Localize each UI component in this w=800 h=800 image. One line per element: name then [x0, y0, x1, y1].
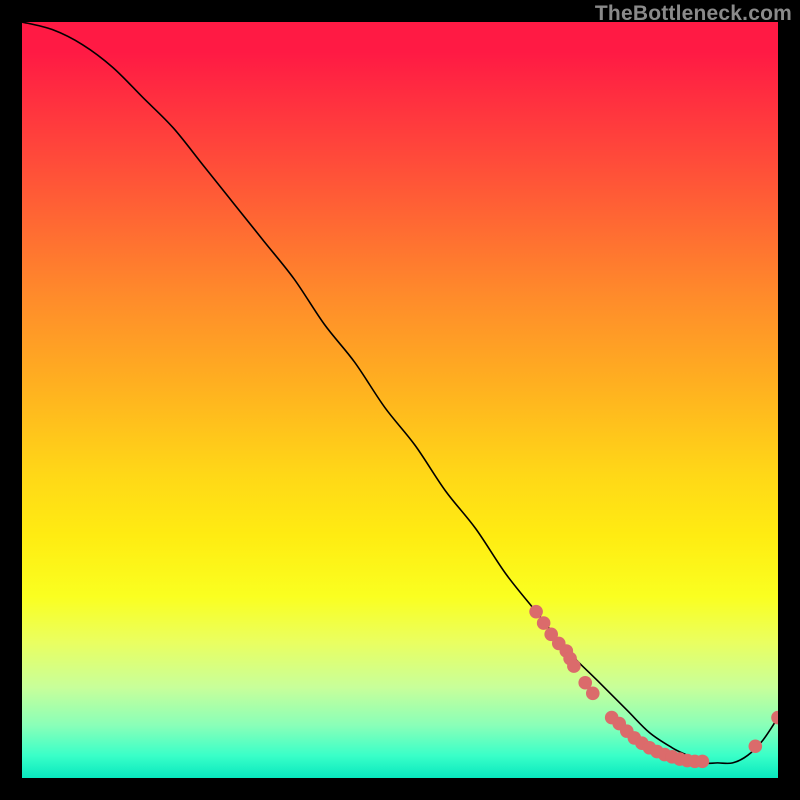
data-point	[620, 724, 634, 738]
data-point	[643, 741, 657, 755]
data-point	[673, 752, 687, 766]
data-point	[635, 736, 649, 750]
data-point	[552, 637, 566, 651]
data-point	[628, 731, 642, 745]
bottleneck-curve	[22, 22, 778, 778]
data-point	[586, 687, 600, 701]
data-point	[771, 711, 778, 725]
data-point	[688, 755, 702, 769]
data-point	[578, 676, 592, 690]
data-points-group	[529, 605, 778, 768]
data-point	[680, 754, 694, 768]
data-point	[665, 750, 679, 764]
data-point	[544, 628, 558, 642]
curve-path	[22, 22, 778, 763]
data-point	[650, 745, 664, 759]
data-point	[696, 755, 710, 769]
data-point	[567, 659, 581, 673]
data-point	[749, 739, 763, 753]
data-point	[612, 717, 626, 731]
data-point	[563, 652, 577, 666]
data-point	[560, 644, 574, 658]
chart-stage: TheBottleneck.com	[0, 0, 800, 800]
data-point	[529, 605, 543, 619]
gradient-plot-area	[22, 22, 778, 778]
data-point	[605, 711, 619, 725]
data-point	[658, 748, 672, 762]
data-point	[537, 616, 551, 630]
